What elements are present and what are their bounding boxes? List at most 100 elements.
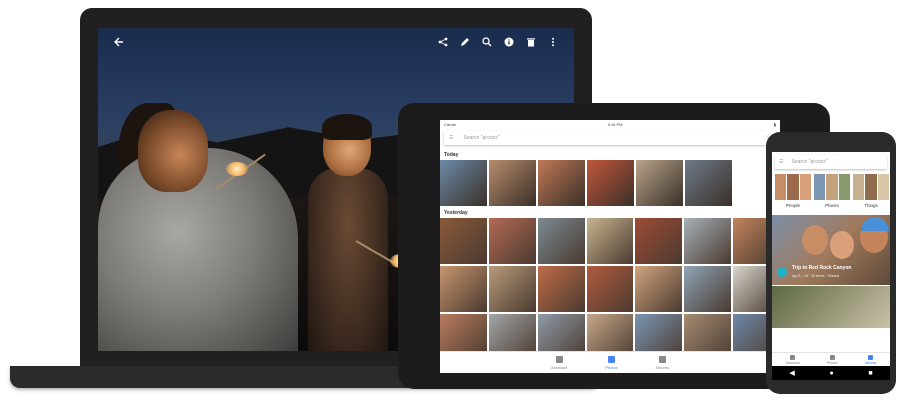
nav-label: Assistant [550, 364, 568, 370]
nav-assistant[interactable]: Assistant [550, 355, 568, 370]
nav-label: Assistant [785, 360, 800, 365]
more-vert-icon[interactable] [542, 31, 564, 53]
section-header-yesterday: Yesterday [444, 210, 468, 216]
category-thumbnails [853, 174, 889, 200]
category-label: People [785, 203, 800, 208]
photo-thumbnail[interactable] [587, 160, 634, 206]
nav-albums[interactable]: Albums [655, 355, 670, 370]
home-circle-icon[interactable]: ● [829, 370, 833, 377]
category-row: People Places Things [772, 172, 890, 210]
phone-bottom-nav: Assistant Photos Albums [772, 352, 890, 366]
nav-photos[interactable]: Photos [826, 354, 838, 365]
carrier-label: Carrier [444, 121, 457, 127]
photo-thumbnail[interactable] [635, 266, 683, 312]
menu-icon[interactable]: ☰ [779, 159, 783, 165]
category-thumbnail [814, 174, 826, 200]
category-thumbnail [799, 174, 811, 200]
photo-thumbnail[interactable] [684, 218, 732, 264]
menu-icon[interactable]: ☰ [449, 135, 453, 141]
photo-thumbnail[interactable] [440, 218, 487, 264]
helmet [861, 217, 889, 231]
tablet-bottom-nav: Assistant Photos Albums [440, 351, 780, 373]
category-thumbnail [838, 174, 850, 200]
category-things[interactable]: Things [853, 174, 889, 208]
photo-thumbnail[interactable] [684, 266, 732, 312]
category-thumbnail [775, 174, 787, 200]
album-card-food[interactable] [772, 286, 890, 328]
category-thumbnails [775, 174, 811, 200]
photo-thumbnail[interactable] [586, 266, 634, 312]
category-people[interactable]: People [775, 174, 811, 208]
photos-icon [607, 355, 615, 363]
phone-device: ☰ Search "picnics" People Places Things Tr… [766, 132, 896, 394]
photo-thumbnail[interactable] [537, 266, 585, 312]
zoom-icon[interactable] [476, 31, 498, 53]
photo-thumbnail[interactable] [488, 218, 536, 264]
nav-label: Albums [655, 364, 670, 370]
tablet-status-bar: Carrier 9:16 PM ▮ [440, 120, 780, 128]
photo-thumbnail[interactable] [538, 160, 585, 206]
boy-figure [308, 168, 388, 351]
yesterday-photo-grid [440, 218, 780, 360]
nav-label: Photos [605, 364, 618, 370]
nav-photos[interactable]: Photos [605, 355, 618, 370]
edit-pencil-icon[interactable] [454, 31, 476, 53]
clock-label: 9:16 PM [607, 121, 623, 127]
album-subtitle: Apr 9 – 10 · 26 items · Shared [792, 274, 839, 278]
nav-label: Albums [864, 360, 877, 365]
photo-thumbnail[interactable] [685, 160, 732, 206]
section-header-today: Today [444, 152, 459, 158]
search-bar[interactable]: ☰ Search "picnics" ⋮ [444, 131, 776, 145]
category-thumbnail [877, 174, 889, 200]
category-places[interactable]: Places [814, 174, 850, 208]
woman-face [138, 110, 208, 192]
tablet-photos-app: Carrier 9:16 PM ▮ ☰ Search "picnics" ⋮ T… [440, 120, 780, 373]
photo-thumbnail[interactable] [440, 160, 487, 206]
photo-thumbnail[interactable] [488, 266, 536, 312]
marshmallow-glow [226, 162, 248, 176]
delete-icon[interactable] [520, 31, 542, 53]
person-photo [830, 231, 854, 259]
photo-thumbnail[interactable] [586, 218, 634, 264]
category-thumbnails [814, 174, 850, 200]
assistant-icon [555, 355, 563, 363]
category-thumbnail [787, 174, 799, 200]
photo-thumbnail[interactable] [489, 160, 536, 206]
photos-icon [829, 354, 835, 360]
nav-label: Photos [826, 360, 838, 365]
battery-icon: ▮ [773, 121, 776, 127]
albums-icon [658, 355, 666, 363]
album-title: Trip to Red Rock Canyon [792, 265, 852, 271]
photo-thumbnail[interactable] [636, 160, 683, 206]
share-icon[interactable] [432, 31, 454, 53]
viewer-toolbar [98, 28, 574, 56]
back-arrow-icon[interactable] [108, 31, 130, 53]
category-label: Places [825, 203, 839, 208]
android-system-bar: ◀ ● ■ [772, 366, 890, 380]
search-input[interactable]: Search "picnics" [463, 135, 499, 141]
boy-hair [322, 114, 372, 140]
album-card[interactable]: Trip to Red Rock Canyon Apr 9 – 10 · 26 … [772, 215, 890, 285]
category-thumbnail [826, 174, 838, 200]
photo-row [440, 218, 780, 264]
shared-album-icon [777, 267, 787, 277]
albums-icon [868, 354, 874, 360]
back-triangle-icon[interactable]: ◀ [789, 369, 794, 377]
recents-square-icon[interactable]: ■ [868, 370, 872, 377]
nav-albums[interactable]: Albums [864, 354, 877, 365]
nav-assistant[interactable]: Assistant [785, 354, 800, 365]
assistant-icon [790, 354, 796, 360]
photo-row [440, 266, 780, 312]
search-input[interactable]: Search "picnics" [791, 159, 827, 165]
category-label: Things [864, 203, 878, 208]
photo-thumbnail[interactable] [635, 218, 683, 264]
info-icon[interactable] [498, 31, 520, 53]
search-bar[interactable]: ☰ Search "picnics" [775, 155, 887, 169]
category-thumbnail [853, 174, 865, 200]
phone-photos-app: ☰ Search "picnics" People Places Things Tr… [772, 152, 890, 380]
category-thumbnail [865, 174, 877, 200]
person-photo [802, 225, 828, 255]
today-photo-row [440, 160, 780, 206]
photo-thumbnail[interactable] [440, 266, 487, 312]
photo-thumbnail[interactable] [537, 218, 585, 264]
